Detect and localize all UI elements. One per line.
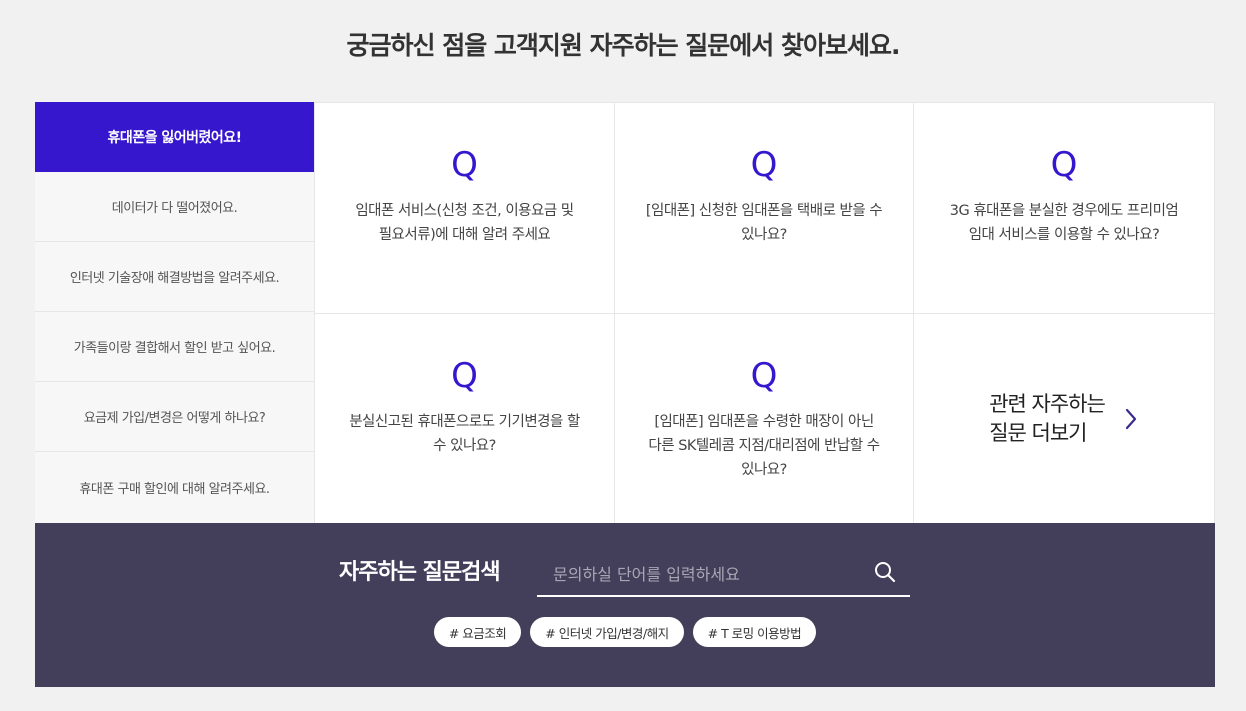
- search-tag-list: # 요금조회 # 인터넷 가입/변경/해지 # T 로밍 이용방법: [35, 617, 1215, 647]
- faq-search-bar: 자주하는 질문검색 # 요금조회 # 인터넷 가입/변경/해지 # T 로밍 이…: [35, 523, 1215, 687]
- tag-troaming-guide[interactable]: # T 로밍 이용방법: [692, 617, 817, 647]
- page-title: 궁금하신 점을 고객지원 자주하는 질문에서 찾아보세요.: [346, 31, 900, 60]
- question-mark-icon: Q: [451, 145, 478, 185]
- faq-question-grid: Q 임대폰 서비스(신청 조건, 이용요금 및 필요서류)에 대해 알려 주세요 …: [314, 102, 1215, 524]
- faq-section: 궁금하신 점을 고객지원 자주하는 질문에서 찾아보세요. 휴대폰을 잃어버렸어…: [0, 0, 1246, 711]
- faq-question-card[interactable]: Q [임대폰] 신청한 임대폰을 택배로 받을 수 있나요?: [615, 103, 914, 314]
- chevron-right-icon: [1125, 408, 1136, 430]
- question-mark-icon: Q: [451, 356, 478, 396]
- faq-question-card[interactable]: Q 분실신고된 휴대폰으로도 기기변경을 할수 있나요?: [315, 314, 615, 524]
- search-icon[interactable]: [874, 561, 896, 583]
- tab-plan-change[interactable]: 요금제 가입/변경은 어떻게 하나요?: [35, 382, 314, 452]
- question-text: 3G 휴대폰을 분실한 경우에도 프리미엄 임대 서비스를 이용할 수 있나요?: [949, 203, 1179, 243]
- more-faq-link[interactable]: 관련 자주하는 질문 더보기: [914, 314, 1214, 524]
- tag-internet-signup[interactable]: # 인터넷 가입/변경/해지: [530, 617, 684, 647]
- tag-billing-lookup[interactable]: # 요금조회: [433, 617, 522, 647]
- question-mark-icon: Q: [750, 145, 778, 185]
- tab-family-discount[interactable]: 가족들이랑 결합해서 할인 받고 싶어요.: [35, 312, 314, 382]
- tab-lost-phone[interactable]: 휴대폰을 잃어버렸어요!: [35, 102, 314, 172]
- tab-data-out[interactable]: 데이터가 다 떨어졌어요.: [35, 172, 314, 242]
- faq-question-card[interactable]: Q 임대폰 서비스(신청 조건, 이용요금 및 필요서류)에 대해 알려 주세요: [315, 103, 615, 314]
- search-input[interactable]: [553, 557, 863, 591]
- more-faq-label: 관련 자주하는 질문 더보기: [989, 392, 1106, 445]
- tab-internet-trouble[interactable]: 인터넷 기술장애 해결방법을 알려주세요.: [35, 242, 314, 312]
- faq-question-card[interactable]: Q [임대폰] 임대폰을 수령한 매장이 아닌 다른 SK텔레콤 지점/대리점에 …: [615, 314, 914, 524]
- search-label: 자주하는 질문검색: [339, 560, 501, 585]
- search-field: [537, 553, 910, 597]
- question-mark-icon: Q: [750, 356, 778, 396]
- question-text: [임대폰] 신청한 임대폰을 택배로 받을 수 있나요?: [645, 203, 883, 243]
- faq-category-tabs: 휴대폰을 잃어버렸어요! 데이터가 다 떨어졌어요. 인터넷 기술장애 해결방법…: [35, 102, 314, 523]
- question-text: 분실신고된 휴대폰으로도 기기변경을 할수 있나요?: [349, 414, 580, 454]
- question-text: [임대폰] 임대폰을 수령한 매장이 아닌 다른 SK텔레콤 지점/대리점에 반납…: [648, 414, 880, 478]
- faq-panel: 휴대폰을 잃어버렸어요! 데이터가 다 떨어졌어요. 인터넷 기술장애 해결방법…: [35, 102, 1215, 524]
- tab-phone-purchase-discount[interactable]: 휴대폰 구매 할인에 대해 알려주세요.: [35, 452, 314, 523]
- question-mark-icon: Q: [1050, 145, 1078, 185]
- faq-question-card[interactable]: Q 3G 휴대폰을 분실한 경우에도 프리미엄 임대 서비스를 이용할 수 있나요…: [914, 103, 1214, 314]
- question-text: 임대폰 서비스(신청 조건, 이용요금 및 필요서류)에 대해 알려 주세요: [355, 203, 574, 243]
